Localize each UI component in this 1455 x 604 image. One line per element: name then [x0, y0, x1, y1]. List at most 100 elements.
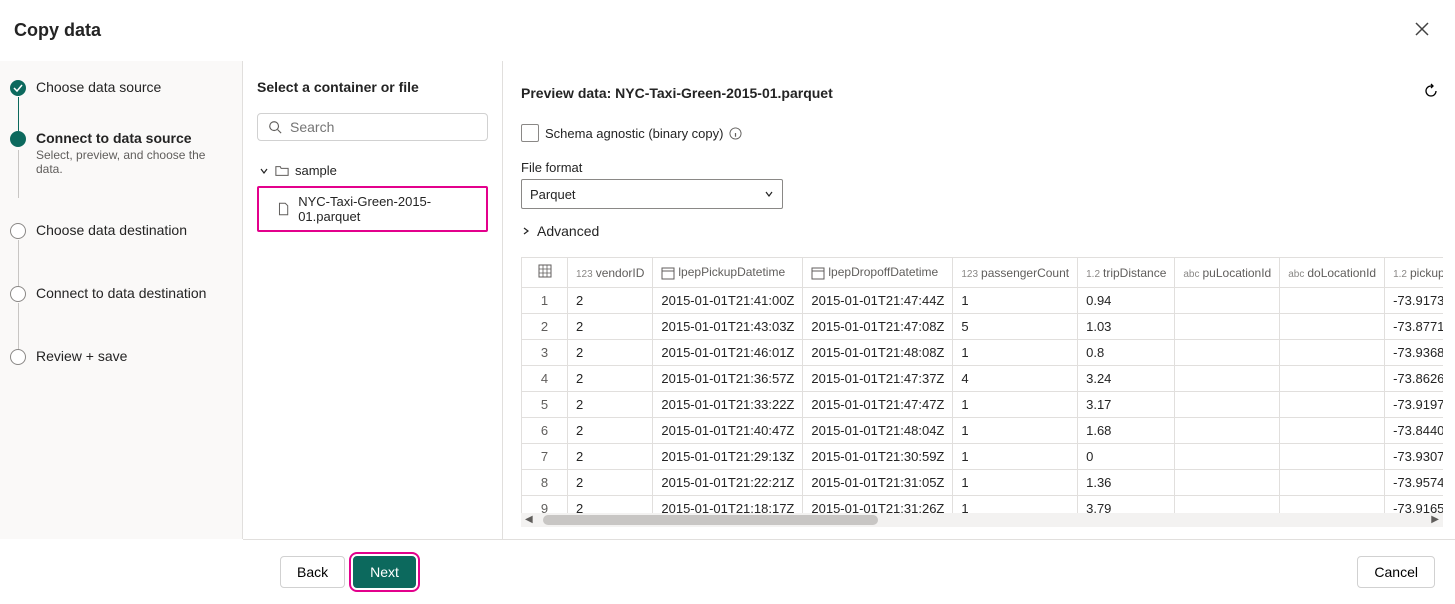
table-row[interactable]: 622015-01-01T21:40:47Z2015-01-01T21:48:0… — [522, 418, 1444, 444]
scrollbar-thumb[interactable] — [543, 515, 878, 525]
column-header[interactable]: 1.2tripDistance — [1078, 258, 1175, 288]
table-cell: 2 — [568, 392, 653, 418]
data-table-wrap[interactable]: 123vendorIDlpepPickupDatetimelpepDropoff… — [521, 257, 1443, 513]
table-cell: -73.936836242675 — [1385, 340, 1443, 366]
table-row[interactable]: 822015-01-01T21:22:21Z2015-01-01T21:31:0… — [522, 470, 1444, 496]
schema-agnostic-checkbox[interactable] — [521, 124, 539, 142]
step-choose-source[interactable]: Choose data source — [10, 79, 232, 102]
table-cell: 2015-01-01T21:48:08Z — [803, 340, 953, 366]
close-icon — [1415, 22, 1429, 36]
column-header[interactable]: lpepPickupDatetime — [653, 258, 803, 288]
column-header[interactable]: abcpuLocationId — [1175, 258, 1280, 288]
table-cell: 2015-01-01T21:31:05Z — [803, 470, 953, 496]
next-button[interactable]: Next — [353, 556, 416, 588]
back-button[interactable]: Back — [280, 556, 345, 588]
table-cell: 1 — [953, 340, 1078, 366]
table-cell: 1 — [953, 392, 1078, 418]
table-cell: 5 — [953, 314, 1078, 340]
table-row[interactable]: 222015-01-01T21:43:03Z2015-01-01T21:47:0… — [522, 314, 1444, 340]
step-choose-destination[interactable]: Choose data destination — [10, 222, 232, 245]
cancel-button[interactable]: Cancel — [1357, 556, 1435, 588]
table-cell: 2015-01-01T21:47:47Z — [803, 392, 953, 418]
table-cell: -73.877159118652 — [1385, 314, 1443, 340]
table-cell: 1.03 — [1078, 314, 1175, 340]
container-panel: Select a container or file sample NYC-Ta… — [243, 61, 503, 539]
table-cell — [1280, 366, 1385, 392]
table-cell: 2015-01-01T21:46:01Z — [653, 340, 803, 366]
step-label: Review + save — [36, 348, 127, 364]
table-cell: -73.957489013671 — [1385, 470, 1443, 496]
page-title: Copy data — [14, 20, 101, 41]
scroll-right-icon[interactable]: ▶ — [1431, 514, 1439, 525]
chevron-down-icon — [259, 166, 269, 176]
table-cell — [1280, 314, 1385, 340]
table-cell: 0.94 — [1078, 288, 1175, 314]
advanced-toggle[interactable]: Advanced — [521, 223, 1443, 239]
data-table: 123vendorIDlpepPickupDatetimelpepDropoff… — [521, 257, 1443, 513]
table-row[interactable]: 722015-01-01T21:29:13Z2015-01-01T21:30:5… — [522, 444, 1444, 470]
close-button[interactable] — [1411, 16, 1433, 45]
step-connect-source[interactable]: Connect to data source Select, preview, … — [10, 130, 232, 182]
horizontal-scrollbar[interactable]: ◀ ▶ — [521, 513, 1443, 527]
table-cell — [1280, 288, 1385, 314]
table-cell: 2 — [568, 418, 653, 444]
step-connect-destination[interactable]: Connect to data destination — [10, 285, 232, 308]
table-row[interactable]: 322015-01-01T21:46:01Z2015-01-01T21:48:0… — [522, 340, 1444, 366]
tree-folder[interactable]: sample — [257, 159, 488, 182]
step-label: Connect to data source — [36, 130, 232, 146]
table-row[interactable]: 922015-01-01T21:18:17Z2015-01-01T21:31:2… — [522, 496, 1444, 514]
table-row[interactable]: 122015-01-01T21:41:00Z2015-01-01T21:47:4… — [522, 288, 1444, 314]
table-cell: 2015-01-01T21:41:00Z — [653, 288, 803, 314]
table-cell: 2015-01-01T21:30:59Z — [803, 444, 953, 470]
table-cell: 2 — [568, 314, 653, 340]
table-cell: 2015-01-01T21:29:13Z — [653, 444, 803, 470]
table-cell: -73.862678527832 — [1385, 366, 1443, 392]
step-sublabel: Select, preview, and choose the data. — [36, 148, 232, 176]
info-icon[interactable] — [729, 127, 742, 140]
table-cell: 2015-01-01T21:18:17Z — [653, 496, 803, 514]
row-number: 8 — [522, 470, 568, 496]
table-cell: 2015-01-01T21:47:08Z — [803, 314, 953, 340]
table-cell: -73.844093322753 — [1385, 418, 1443, 444]
table-cell — [1175, 496, 1280, 514]
column-header[interactable]: 123passengerCount — [953, 258, 1078, 288]
file-format-select[interactable]: Parquet — [521, 179, 783, 209]
table-cell: 1.36 — [1078, 470, 1175, 496]
table-cell: 2015-01-01T21:47:44Z — [803, 288, 953, 314]
chevron-down-icon — [764, 189, 774, 199]
table-cell: 3.79 — [1078, 496, 1175, 514]
column-header[interactable]: lpepDropoffDatetime — [803, 258, 953, 288]
refresh-button[interactable] — [1419, 79, 1443, 106]
step-dot-icon — [10, 349, 26, 365]
file-icon — [277, 202, 290, 216]
table-row[interactable]: 422015-01-01T21:36:57Z2015-01-01T21:47:3… — [522, 366, 1444, 392]
chevron-right-icon — [521, 226, 531, 236]
table-cell: 1.68 — [1078, 418, 1175, 444]
table-cell: 2015-01-01T21:47:37Z — [803, 366, 953, 392]
column-header[interactable]: 1.2pickupLongitude — [1385, 258, 1443, 288]
table-cell: 2 — [568, 288, 653, 314]
table-cell: 3.24 — [1078, 366, 1175, 392]
search-field[interactable] — [290, 119, 477, 135]
tree-file[interactable]: NYC-Taxi-Green-2015-01.parquet — [257, 186, 488, 232]
scroll-left-icon[interactable]: ◀ — [525, 514, 533, 525]
table-cell — [1175, 366, 1280, 392]
row-number: 7 — [522, 444, 568, 470]
table-cell: -73.917366027832 — [1385, 288, 1443, 314]
search-input[interactable] — [257, 113, 488, 141]
table-row[interactable]: 522015-01-01T21:33:22Z2015-01-01T21:47:4… — [522, 392, 1444, 418]
table-cell — [1175, 288, 1280, 314]
steps-sidebar: Choose data source Connect to data sourc… — [0, 61, 243, 539]
table-cell: 2 — [568, 340, 653, 366]
column-header[interactable]: abcdoLocationId — [1280, 258, 1385, 288]
table-cell: -73.930778503417 — [1385, 444, 1443, 470]
table-cell: 2 — [568, 496, 653, 514]
column-header[interactable]: 123vendorID — [568, 258, 653, 288]
table-cell: 2015-01-01T21:36:57Z — [653, 366, 803, 392]
check-icon — [10, 80, 26, 96]
table-cell: 1 — [953, 418, 1078, 444]
table-cell: 2 — [568, 444, 653, 470]
advanced-label: Advanced — [537, 223, 599, 239]
step-review-save[interactable]: Review + save — [10, 348, 232, 371]
table-cell: 2015-01-01T21:22:21Z — [653, 470, 803, 496]
